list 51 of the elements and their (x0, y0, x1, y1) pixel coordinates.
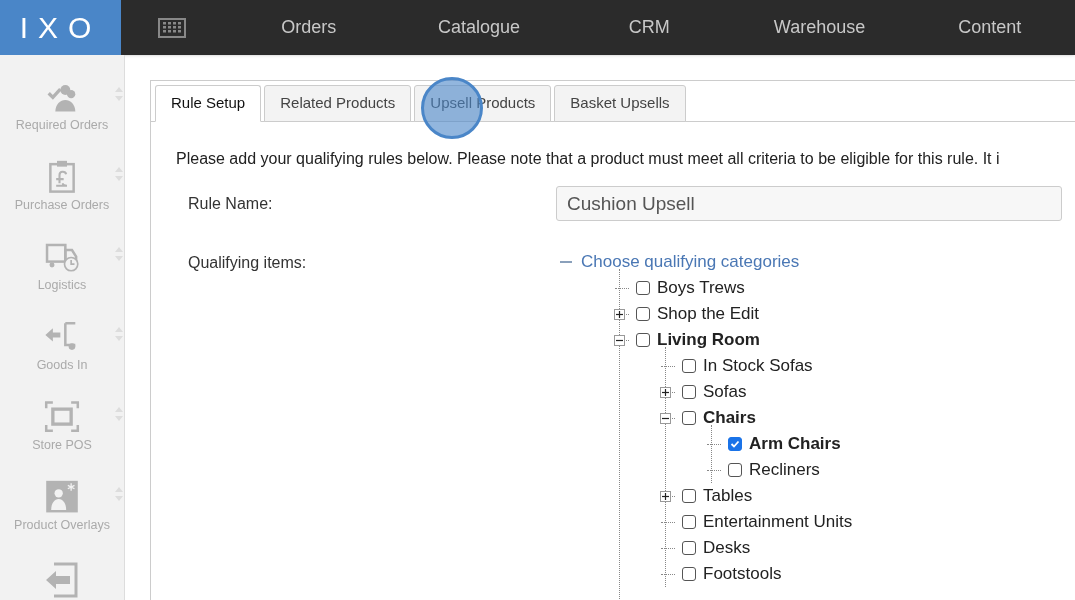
checkbox[interactable] (728, 463, 742, 477)
sidebar-label: Product Overlays (14, 517, 110, 535)
category-label[interactable]: Living Room (657, 327, 760, 353)
field-label: Rule Name: (188, 193, 274, 214)
expand-icon[interactable] (660, 386, 671, 398)
nav-link[interactable]: CRM (564, 0, 735, 55)
checkbox[interactable] (682, 385, 696, 399)
tab[interactable]: Basket Upsells (554, 85, 686, 122)
input-field[interactable]: Cushion Upsell (556, 186, 1062, 221)
expand-icon[interactable] (614, 308, 625, 320)
category-label[interactable]: Boys Trews (657, 275, 745, 301)
nav-link[interactable]: Catalogue (393, 0, 565, 55)
category-label[interactable]: Recliners (749, 457, 820, 483)
field-label: Qualifying items: (188, 253, 308, 273)
collapse-icon[interactable] (660, 412, 671, 424)
collapse-icon[interactable] (614, 334, 625, 346)
checkbox[interactable] (682, 359, 696, 373)
nav-link[interactable]: Warehouse (734, 0, 905, 55)
checkbox[interactable] (682, 541, 696, 555)
expand-icon[interactable] (660, 490, 671, 502)
category-label[interactable]: Tables (703, 483, 753, 509)
nav-link[interactable]: Orders (223, 0, 394, 55)
sidebar-label: Goods In (36, 357, 88, 375)
category-label[interactable]: Entertainment Units (703, 509, 853, 535)
checkmark-icon (730, 439, 740, 449)
checkbox[interactable] (682, 411, 696, 425)
category-label[interactable]: Desks (703, 535, 751, 561)
tab[interactable]: Related Products (264, 85, 412, 122)
category-label[interactable]: In Stock Sofas (703, 353, 813, 379)
checkbox[interactable] (682, 489, 696, 503)
checkbox[interactable] (682, 567, 696, 581)
sidebar-label: Required Orders (15, 117, 109, 135)
nav-link[interactable]: Content (904, 0, 1075, 55)
intro-text: Please add your qualifying rules below. Please note that a product must meet all criteria to be eligible for this rule. It i (176, 149, 1001, 169)
category-label[interactable]: Chairs (703, 405, 756, 431)
logo[interactable]: IXO (0, 0, 121, 55)
category-label[interactable]: Shop the Edit (657, 301, 760, 327)
checkbox[interactable] (682, 515, 696, 529)
sidebar-label: Store POS (32, 437, 92, 455)
sidebar-label: Purchase Orders (14, 197, 110, 215)
sidebar-label: Logistics (37, 277, 87, 295)
category-label[interactable]: Sofas (703, 379, 747, 405)
checkbox[interactable] (728, 437, 742, 451)
tab[interactable]: Rule Setup (155, 85, 262, 122)
checkbox[interactable] (636, 333, 650, 347)
checkbox[interactable] (636, 281, 650, 295)
category-label[interactable]: Arm Chairs (749, 431, 841, 457)
checkbox[interactable] (636, 307, 650, 321)
category-label[interactable]: Footstools (703, 561, 782, 587)
grid-icon[interactable] (158, 17, 187, 38)
tree-root-link[interactable]: Choose qualifying categories (581, 249, 800, 275)
